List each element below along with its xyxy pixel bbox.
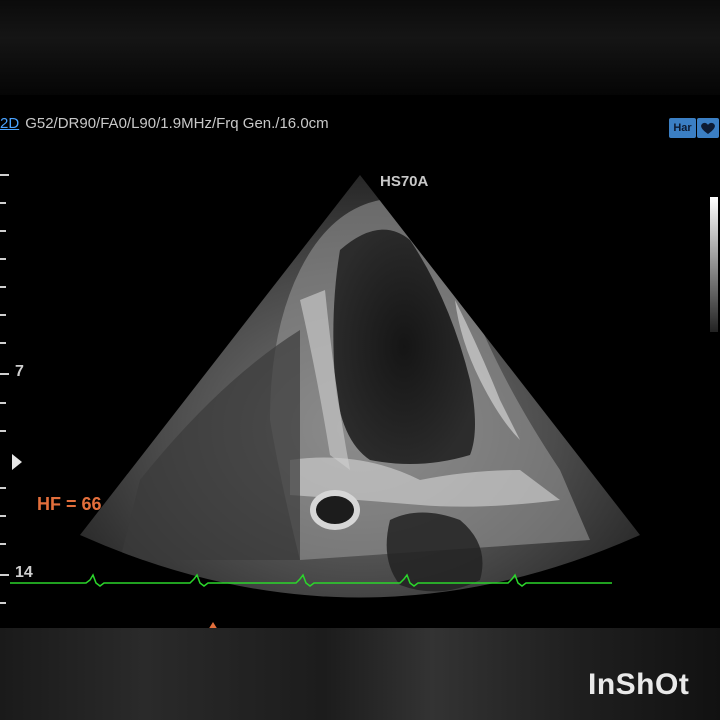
- depth-tick: [0, 574, 9, 576]
- right-side-tissue: [120, 330, 300, 560]
- depth-label-7: 7: [15, 363, 24, 380]
- depth-tick: [0, 515, 6, 517]
- probe-name: HS70A: [380, 173, 429, 190]
- depth-tick: [0, 373, 9, 375]
- depth-tick: [0, 487, 6, 489]
- depth-tick: [0, 286, 6, 288]
- depth-tick: [0, 202, 6, 204]
- depth-tick: [0, 402, 6, 404]
- aortic-root: [310, 490, 360, 530]
- depth-tick: [0, 258, 6, 260]
- grayscale-bar: [710, 197, 718, 332]
- depth-scale: 7 14: [0, 160, 40, 620]
- heart-rate-readout: HF = 66: [37, 494, 102, 514]
- depth-tick: [0, 230, 6, 232]
- depth-tick: [0, 543, 6, 545]
- focus-marker-icon[interactable]: [12, 454, 22, 470]
- ultrasound-image: [10, 175, 640, 598]
- left-ventricle-cavity: [333, 229, 475, 464]
- depth-tick: [0, 602, 6, 604]
- depth-tick: [0, 174, 9, 176]
- depth-tick: [0, 314, 6, 316]
- depth-tick: [0, 430, 6, 432]
- watermark-logo: InShOt: [588, 668, 690, 701]
- depth-label-14: 14: [15, 564, 33, 581]
- depth-tick: [0, 342, 6, 344]
